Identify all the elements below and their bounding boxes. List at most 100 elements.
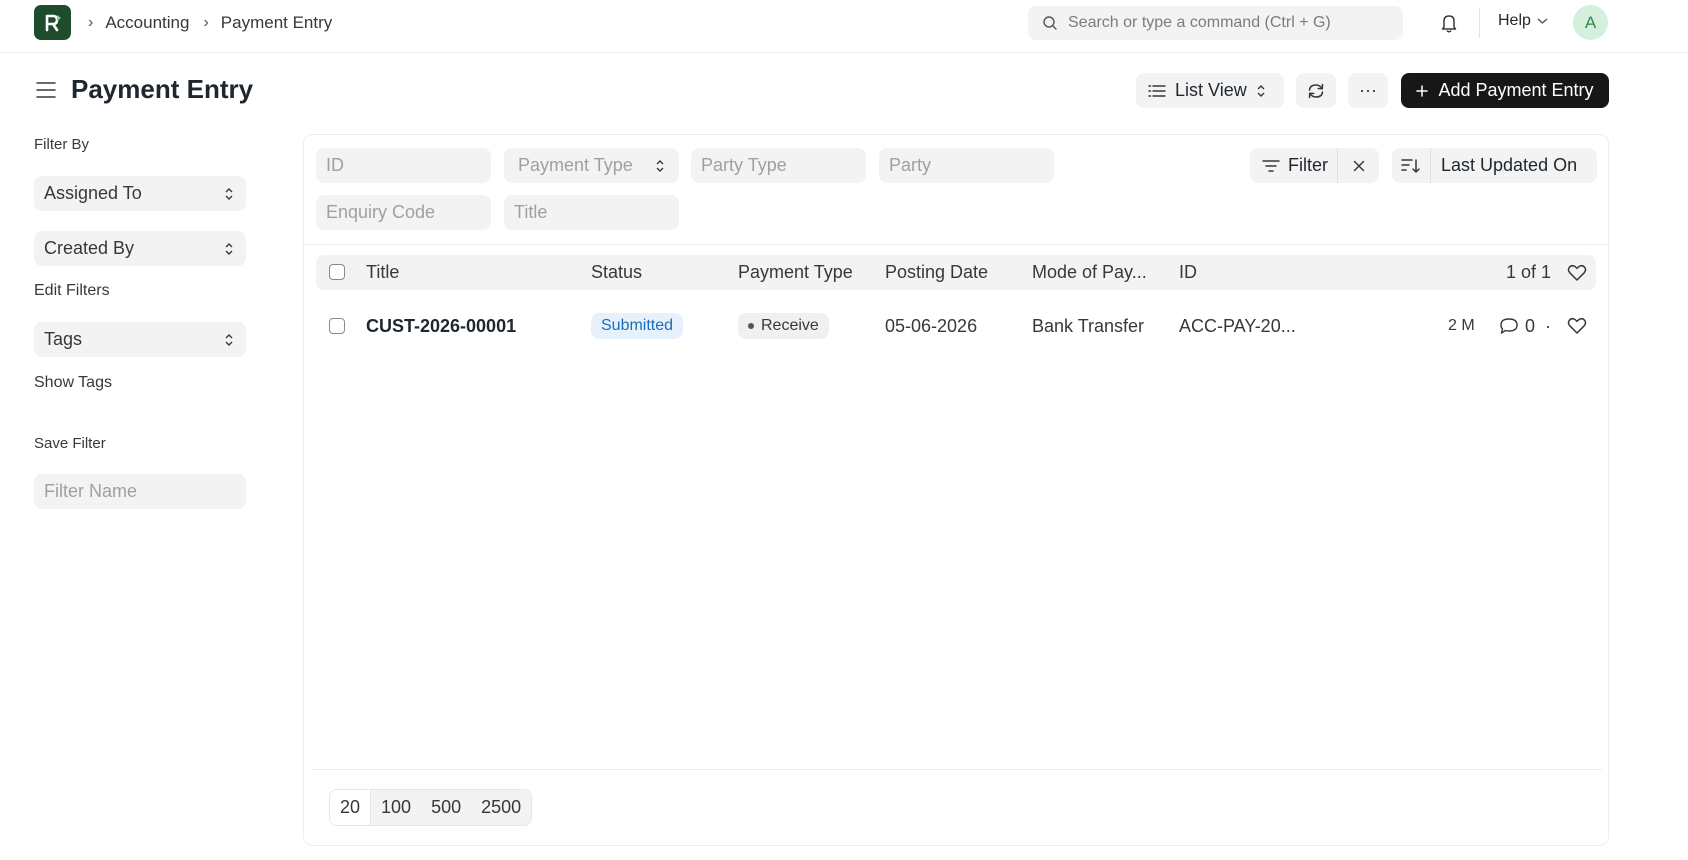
assigned-to-label: Assigned To: [44, 183, 142, 203]
app-logo[interactable]: [34, 5, 71, 40]
party-filter-input[interactable]: [879, 148, 1054, 183]
payment-type-cell: Receive: [738, 306, 829, 346]
select-all-checkbox[interactable]: [329, 264, 345, 280]
tags-select[interactable]: Tags: [34, 322, 246, 357]
table-row[interactable]: CUST-2026-00001 Submitted Receive 05-06-…: [316, 306, 1596, 346]
list-count: 1 of 1: [1506, 262, 1552, 282]
page-size-500[interactable]: 500: [421, 790, 472, 825]
list-view-label: List View: [1175, 80, 1247, 100]
add-button-label: Add Payment Entry: [1438, 80, 1594, 100]
comment-count-value: 0: [1525, 315, 1536, 336]
modified-time: 2 M: [1448, 317, 1475, 334]
user-avatar[interactable]: A: [1573, 5, 1608, 40]
breadcrumb-payment-entry[interactable]: Payment Entry: [221, 13, 333, 33]
page-size-2500[interactable]: 2500: [471, 790, 532, 825]
page-length-selector: 20 100 500 2500: [329, 789, 533, 826]
navbar-divider: [1479, 8, 1480, 38]
page-size-100[interactable]: 100: [371, 790, 422, 825]
filter-icon: [1262, 159, 1280, 172]
navbar: › Accounting › Payment Entry Help A: [0, 0, 1688, 53]
filter-by-label: Filter By: [34, 136, 90, 153]
notification-bell-icon[interactable]: [1437, 11, 1461, 35]
sort-order-button[interactable]: [1392, 148, 1431, 183]
row-title-link[interactable]: CUST-2026-00001: [366, 306, 516, 346]
sidebar-toggle-icon[interactable]: [36, 80, 56, 100]
search-icon: [1043, 16, 1057, 30]
status-badge[interactable]: Submitted: [591, 313, 684, 339]
payment-type-value: Receive: [761, 317, 819, 334]
help-label: Help: [1498, 12, 1531, 29]
more-actions-button[interactable]: ···: [1348, 73, 1388, 108]
assigned-to-select[interactable]: Assigned To: [34, 176, 246, 211]
select-arrows-icon: [225, 187, 233, 200]
show-tags-link[interactable]: Show Tags: [34, 374, 112, 392]
column-header-title: Title: [366, 262, 400, 282]
footer-divider: [312, 769, 1602, 770]
breadcrumb-accounting[interactable]: Accounting: [105, 13, 189, 33]
logo-icon: [45, 14, 61, 31]
sort-field-button[interactable]: Last Updated On: [1431, 155, 1577, 176]
edit-filters-link[interactable]: Edit Filters: [34, 282, 110, 300]
sort-icon: [1401, 158, 1420, 173]
column-header-status: Status: [591, 262, 643, 282]
table-header: Title Status Payment Type Posting Date M…: [316, 255, 1596, 290]
filter-button[interactable]: Filter: [1250, 148, 1338, 183]
add-payment-entry-button[interactable]: Add Payment Entry: [1401, 73, 1609, 108]
plus-icon: [1416, 84, 1429, 97]
payment-type-badge[interactable]: Receive: [738, 313, 829, 339]
filter-divider: [304, 244, 1608, 245]
column-header-id: ID: [1179, 262, 1197, 282]
id-cell: ACC-PAY-20...: [1179, 315, 1296, 336]
help-dropdown[interactable]: Help: [1498, 12, 1548, 30]
column-header-posting-date: Posting Date: [885, 262, 989, 282]
like-button[interactable]: [1567, 306, 1587, 346]
posting-date-cell: 05-06-2026: [885, 315, 978, 336]
select-arrows-icon: [225, 242, 233, 255]
dot-icon: [748, 323, 754, 329]
list-frame: Payment Type Filter Last Updated On Titl…: [303, 134, 1609, 846]
enquiry-code-filter-input[interactable]: [316, 195, 491, 230]
chevron-right-icon: ›: [88, 13, 94, 31]
heart-icon: [1567, 264, 1587, 281]
awesomebar: [1028, 6, 1403, 40]
column-header-mode-of-payment: Mode of Pay...: [1032, 262, 1147, 282]
mode-of-payment-cell: Bank Transfer: [1032, 315, 1145, 336]
meta-separator: ·: [1545, 315, 1551, 336]
search-input[interactable]: [1068, 14, 1388, 32]
refresh-button[interactable]: [1296, 73, 1336, 108]
page-title: Payment Entry: [71, 74, 254, 104]
created-by-select[interactable]: Created By: [34, 231, 246, 266]
chevron-right-icon: ›: [203, 13, 209, 31]
status-cell: Submitted: [591, 306, 684, 346]
more-icon: ···: [1359, 80, 1377, 100]
list-view-switcher[interactable]: List View: [1136, 73, 1284, 108]
tags-label: Tags: [44, 329, 83, 349]
clear-filters-button[interactable]: [1338, 160, 1379, 172]
row-checkbox[interactable]: [329, 318, 345, 334]
comment-icon: [1500, 318, 1518, 334]
title-filter-input[interactable]: [504, 195, 679, 230]
close-icon: [1353, 160, 1364, 171]
list-icon: [1148, 84, 1166, 97]
like-filter-button[interactable]: [1567, 255, 1587, 290]
comment-count[interactable]: 0: [1499, 306, 1535, 346]
breadcrumb: › Accounting › Payment Entry: [88, 0, 346, 45]
chevron-down-icon: [1537, 18, 1548, 24]
heart-icon: [1567, 317, 1587, 334]
select-arrows-icon: [225, 333, 233, 346]
payment-type-label: Payment Type: [518, 155, 633, 175]
sort-selector: Last Updated On: [1392, 148, 1597, 183]
save-filter-label: Save Filter: [34, 435, 106, 452]
created-by-label: Created By: [44, 238, 135, 258]
select-arrows-icon: [656, 159, 664, 172]
filter-name-input[interactable]: [34, 474, 246, 509]
column-header-payment-type: Payment Type: [738, 262, 853, 282]
filter-button-group: Filter: [1250, 148, 1379, 183]
select-arrows-icon: [1257, 84, 1265, 97]
page-size-20[interactable]: 20: [330, 790, 372, 825]
filter-label: Filter: [1288, 155, 1328, 175]
party-type-filter-input[interactable]: [691, 148, 866, 183]
refresh-icon: [1308, 83, 1324, 98]
id-filter-input[interactable]: [316, 148, 491, 183]
payment-type-select[interactable]: Payment Type: [504, 148, 679, 183]
